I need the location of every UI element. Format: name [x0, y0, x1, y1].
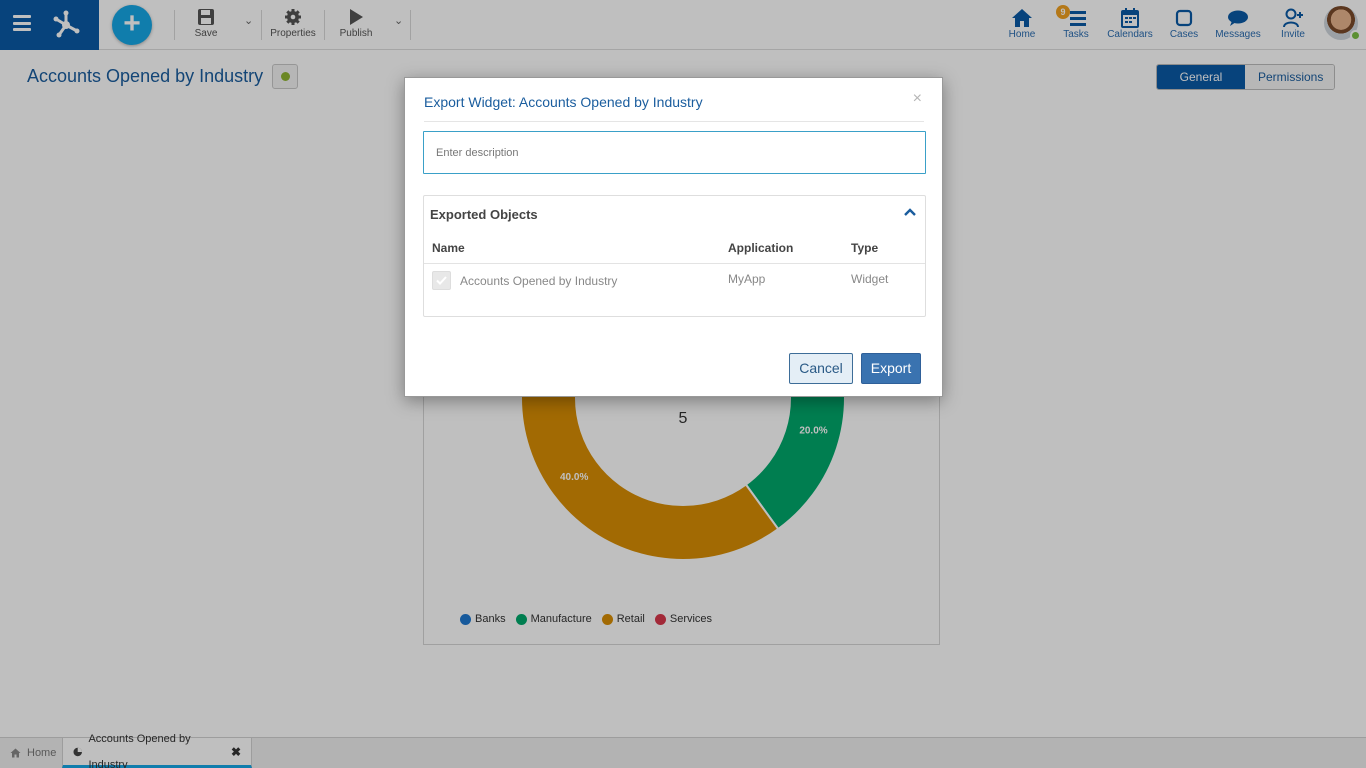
row-type: Widget — [851, 272, 889, 286]
modal-backdrop[interactable] — [0, 737, 1366, 768]
table-row: Accounts Opened by Industry MyApp Widget — [424, 264, 925, 300]
exported-objects-panel: Exported Objects Name Application Type A… — [423, 195, 926, 317]
column-header-type: Type — [851, 241, 879, 255]
column-header-application: Application — [728, 241, 794, 255]
row-checkbox[interactable] — [432, 271, 451, 290]
close-icon[interactable]: × — [913, 90, 922, 108]
row-application: MyApp — [728, 272, 766, 286]
dialog-title: Export Widget: Accounts Opened by Indust… — [424, 94, 703, 110]
exported-objects-title: Exported Objects — [430, 207, 538, 222]
export-button[interactable]: Export — [861, 353, 921, 384]
row-name: Accounts Opened by Industry — [460, 274, 618, 288]
divider — [424, 121, 924, 122]
chevron-up-icon[interactable] — [904, 208, 916, 216]
cancel-button[interactable]: Cancel — [789, 353, 853, 384]
column-header-name: Name — [432, 241, 465, 255]
check-icon — [436, 276, 447, 285]
description-input[interactable] — [423, 131, 926, 174]
export-widget-dialog: Export Widget: Accounts Opened by Indust… — [404, 77, 943, 397]
